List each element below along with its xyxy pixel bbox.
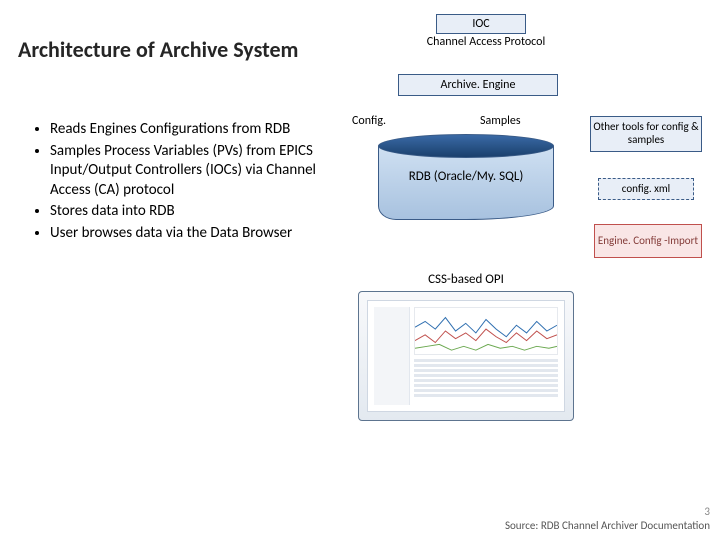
opi-screenshot [358,291,574,421]
rdb-cylinder: RDB (Oracle/My. SQL) [378,134,554,220]
bullet-item: Reads Engines Configurations from RDB [50,120,326,140]
bullet-item: Stores data into RDB [50,202,326,222]
opi-panel: CSS-based OPI [358,272,574,421]
bullet-item: User browses data via the Data Browser [50,224,326,244]
table-row [414,364,558,367]
table-row [414,389,558,392]
opi-window [367,300,565,412]
table-row [414,359,558,362]
bullet-item: Samples Process Variables (PVs) from EPI… [50,142,326,201]
channel-access-label: Channel Access Protocol [426,36,546,50]
config-xml-box: config. xml [598,178,694,200]
data-browser-chart [414,307,558,355]
config-arrow-label: Config. [352,114,386,128]
slide-title: Architecture of Archive System [18,36,298,63]
other-tools-box: Other tools for config & samples [590,116,702,152]
engine-config-import-box: Engine. Config -Import [594,224,702,258]
table-row [414,374,558,377]
opi-label: CSS-based OPI [358,272,574,287]
bullet-list: Reads Engines Configurations from RDB Sa… [36,120,326,245]
ioc-box: IOC [436,14,526,34]
source-citation: Source: RDB Channel Archiver Documentati… [505,519,710,532]
samples-arrow-label: Samples [480,114,521,128]
page-number: 3 [704,505,710,518]
cylinder-top [378,134,554,158]
table-row [414,394,558,397]
tree-panel [374,307,410,405]
opi-table [414,359,558,405]
table-row [414,369,558,372]
rdb-label: RDB (Oracle/My. SQL) [378,170,554,185]
archive-engine-box: Archive. Engine [398,74,558,96]
table-row [414,384,558,387]
table-row [414,379,558,382]
